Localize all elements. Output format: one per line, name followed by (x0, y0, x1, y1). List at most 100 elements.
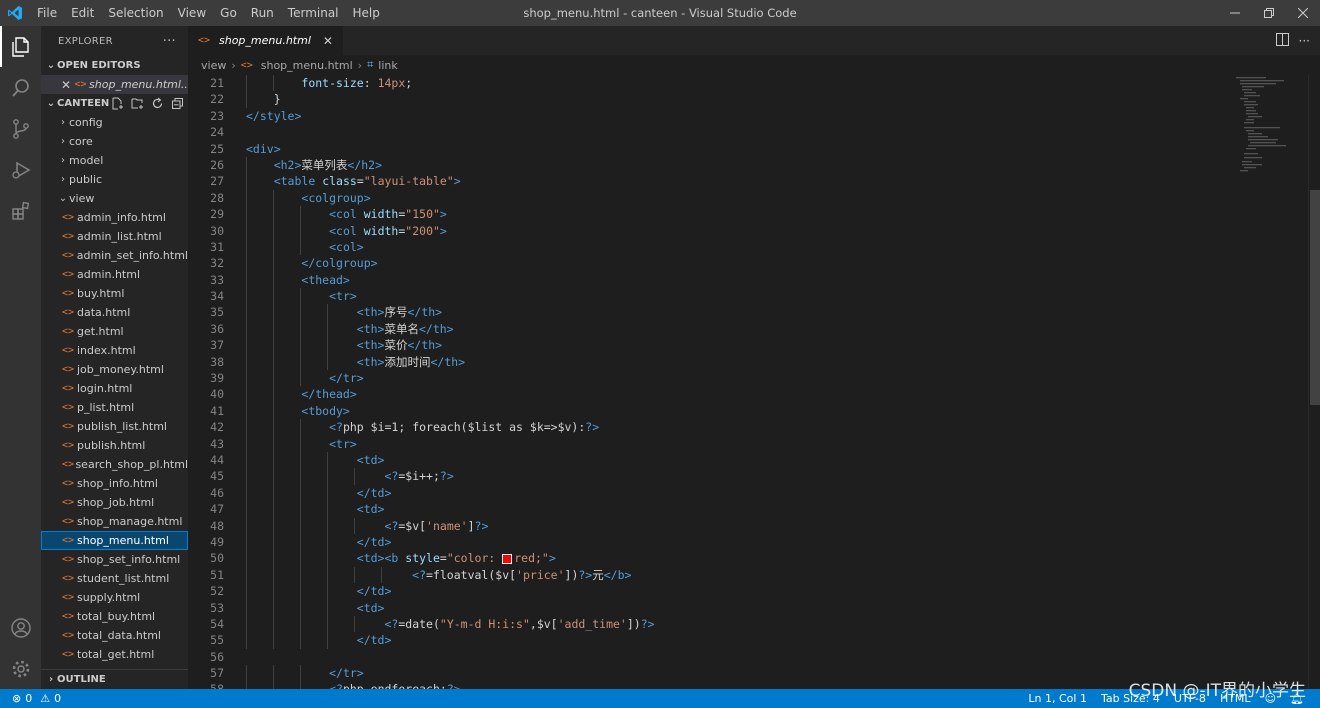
tree-file-item[interactable]: <> admin.html (41, 265, 188, 284)
minimap[interactable] (1236, 75, 1296, 205)
project-section[interactable]: ⌄ CANTEEN (41, 94, 188, 113)
file-label: shop_job.html (77, 496, 155, 509)
code-line: 36 <th>菜单名</th> (188, 320, 1228, 338)
tree-file-item[interactable]: <> job_money.html (41, 360, 188, 379)
tree-file-item[interactable]: <> admin_list.html (41, 227, 188, 246)
html-file-icon: <> (62, 269, 75, 280)
code-line: 42 <?php $i=1; foreach($list as $k=>$v):… (188, 419, 1228, 436)
close-icon[interactable]: ✕ (61, 78, 75, 92)
more-actions-icon[interactable]: ··· (163, 34, 176, 49)
account-icon[interactable] (0, 607, 41, 648)
tree-file-item[interactable]: <> data.html (41, 303, 188, 322)
refresh-icon[interactable] (149, 96, 165, 112)
collapse-all-icon[interactable] (169, 96, 185, 112)
cursor-position[interactable]: Ln 1, Col 1 (1028, 692, 1087, 705)
new-folder-icon[interactable] (129, 96, 145, 112)
more-actions-icon[interactable]: ··· (1299, 34, 1310, 48)
code-text: <tbody> (301, 403, 350, 418)
tree-file-item[interactable]: <> shop_info.html (41, 474, 188, 493)
html-file-icon: <> (62, 212, 75, 223)
menu-view[interactable]: View (171, 0, 213, 26)
open-editor-item[interactable]: ✕ <> shop_menu.html... (41, 75, 188, 94)
line-number: 28 (210, 190, 224, 205)
tree-file-item[interactable]: <> total_get.html (41, 645, 188, 664)
line-number: 26 (210, 157, 224, 172)
code-line: 21 font-size: 14px; (188, 75, 1228, 92)
code-line: 29 <col width="150"> (188, 206, 1228, 223)
run-debug-icon[interactable] (0, 149, 41, 190)
tree-file-item[interactable]: <> supply.html (41, 588, 188, 607)
open-editors-section[interactable]: ⌄ OPEN EDITORS (41, 56, 188, 75)
breadcrumb-symbol[interactable]: link (378, 59, 397, 72)
menu-selection[interactable]: Selection (101, 0, 170, 26)
menu-go[interactable]: Go (213, 0, 244, 26)
line-number: 57 (210, 666, 224, 681)
extensions-icon[interactable] (0, 190, 41, 231)
notifications-icon[interactable]: 🔔︎ (1290, 692, 1304, 705)
encoding[interactable]: UTF-8 (1174, 692, 1206, 705)
breadcrumb-folder[interactable]: view (201, 59, 226, 72)
tree-file-item[interactable]: <> total_buy.html (41, 607, 188, 626)
tree-file-item[interactable]: <> shop_set_info.html (41, 550, 188, 569)
tree-file-item[interactable]: <> shop_manage.html (41, 512, 188, 531)
tree-file-item[interactable]: <> get.html (41, 322, 188, 341)
tab-shop-menu[interactable]: <> shop_menu.html ✕ (188, 26, 343, 55)
code-line: 55 </td> (188, 632, 1228, 649)
line-number: 21 (210, 76, 224, 90)
tree-file-item[interactable]: <> shop_job.html (41, 493, 188, 512)
tree-file-item[interactable]: <> publish.html (41, 436, 188, 455)
feedback-icon[interactable]: ☺ (1265, 692, 1276, 705)
explorer-icon[interactable] (0, 26, 41, 67)
tree-folder-view[interactable]: ⌄ view (41, 189, 188, 208)
scrollbar-thumb[interactable] (1310, 190, 1320, 405)
code-text: </thead> (301, 387, 357, 402)
tree-file-item[interactable]: <> search_shop_pl.html (41, 455, 188, 474)
tab-size[interactable]: Tab Size: 4 (1101, 692, 1160, 705)
vertical-scrollbar[interactable] (1308, 75, 1320, 689)
code-text: <tr> (329, 289, 357, 304)
minimize-button[interactable] (1218, 0, 1252, 26)
open-editor-name: shop_menu.html... (89, 78, 188, 91)
tree-folder-public[interactable]: › public (41, 170, 188, 189)
menu-run[interactable]: Run (244, 0, 281, 26)
new-file-icon[interactable] (109, 96, 125, 112)
restore-button[interactable] (1252, 0, 1286, 26)
problems-indicator[interactable]: ⊗ 0 ⚠ 0 (0, 692, 61, 705)
tree-file-item[interactable]: <> buy.html (41, 284, 188, 303)
code-line: 34 <tr> (188, 288, 1228, 305)
outline-section[interactable]: › OUTLINE (41, 669, 188, 689)
menu-terminal[interactable]: Terminal (281, 0, 346, 26)
source-control-icon[interactable] (0, 108, 41, 149)
split-editor-icon[interactable] (1275, 32, 1289, 49)
line-number: 47 (210, 502, 224, 517)
tree-file-item[interactable]: <> p_list.html (41, 398, 188, 417)
tree-folder-config[interactable]: › config (41, 113, 188, 132)
menu-bar: File Edit Selection View Go Run Terminal Help (30, 0, 387, 26)
tree-file-item[interactable]: <> admin_info.html (41, 208, 188, 227)
tree-file-item[interactable]: <> publish_list.html (41, 417, 188, 436)
tree-file-item[interactable]: <> shop_menu.html (41, 531, 188, 550)
menu-file[interactable]: File (30, 0, 64, 26)
tree-file-item[interactable]: <> total_data.html (41, 626, 188, 645)
breadcrumb-file[interactable]: shop_menu.html (261, 59, 353, 72)
code-line: 54 <?=date("Y-m-d H:i:s",$v['add_time'])… (188, 615, 1228, 633)
tree-file-item[interactable]: <> admin_set_info.html (41, 246, 188, 265)
tree-file-item[interactable]: <> index.html (41, 341, 188, 360)
folder-label: config (69, 116, 103, 129)
file-list: <> admin_info.html <> admin_list.html <> admi… (41, 208, 188, 683)
close-tab-icon[interactable]: ✕ (323, 34, 333, 48)
menu-help[interactable]: Help (346, 0, 387, 26)
gear-icon[interactable] (0, 648, 41, 689)
code-line: 26 <h2>菜单列表</h2> (188, 156, 1228, 174)
code-editor[interactable]: 21 font-size: 14px; 22 } 23 </style> 24 25 <di… (188, 75, 1228, 689)
tree-file-item[interactable]: <> login.html (41, 379, 188, 398)
language-mode[interactable]: HTML (1220, 692, 1251, 705)
tree-folder-model[interactable]: › model (41, 151, 188, 170)
tree-file-item[interactable]: <> student_list.html (41, 569, 188, 588)
code-line: 24 (188, 124, 1228, 140)
tree-folder-core[interactable]: › core (41, 132, 188, 151)
explorer-title: EXPLORER (58, 35, 113, 47)
close-window-button[interactable] (1286, 0, 1320, 26)
menu-edit[interactable]: Edit (64, 0, 101, 26)
search-icon[interactable] (0, 67, 41, 108)
